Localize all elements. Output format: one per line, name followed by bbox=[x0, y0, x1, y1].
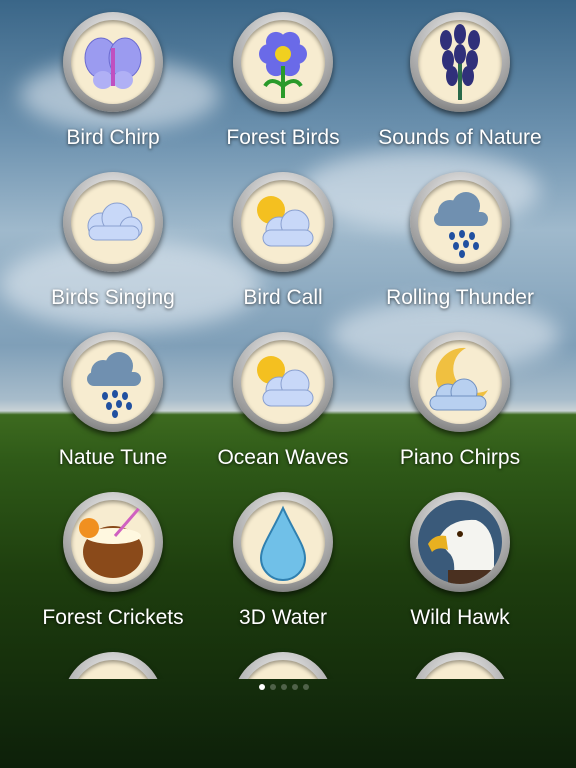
purple-flower-icon bbox=[241, 660, 325, 679]
page-dot[interactable] bbox=[292, 684, 298, 690]
sound-item[interactable]: Natue Tune bbox=[23, 332, 203, 482]
3d-water-button[interactable] bbox=[233, 492, 333, 592]
sound-item[interactable]: Piano Chirps bbox=[370, 332, 550, 482]
forest-birds-button[interactable] bbox=[233, 12, 333, 112]
sound-item[interactable]: Bird Call bbox=[193, 172, 373, 322]
butterfly-icon bbox=[71, 20, 155, 104]
piano-chirps-button[interactable] bbox=[410, 332, 510, 432]
flower-icon bbox=[241, 20, 325, 104]
sound-label: Piano Chirps bbox=[399, 446, 521, 469]
bird-call-button[interactable] bbox=[233, 172, 333, 272]
sound-item[interactable]: Sounds of Nature bbox=[370, 12, 550, 162]
sound-label: Natue Tune bbox=[58, 446, 168, 469]
sound-item[interactable]: Forest Crickets bbox=[23, 492, 203, 642]
water-drop-icon bbox=[241, 500, 325, 584]
sound-label: Rolling Thunder bbox=[386, 286, 534, 309]
sound-item[interactable]: Forest Birds bbox=[193, 12, 373, 162]
item-button[interactable] bbox=[233, 652, 333, 679]
green-bubbles-icon bbox=[418, 660, 502, 679]
bird-chirp-button[interactable] bbox=[63, 12, 163, 112]
page-dot[interactable] bbox=[259, 684, 265, 690]
sound-item[interactable]: Wild Hawk bbox=[370, 492, 550, 642]
sound-label: Wild Hawk bbox=[410, 606, 510, 629]
sound-grid: Bird Chirp Forest Birds Sounds of Nature Bi… bbox=[0, 0, 576, 679]
sun-cloud-icon bbox=[241, 180, 325, 264]
wild-hawk-button[interactable] bbox=[410, 492, 510, 592]
cloud-icon bbox=[71, 180, 155, 264]
page-dot[interactable] bbox=[281, 684, 287, 690]
page-dot[interactable] bbox=[303, 684, 309, 690]
eagle-icon bbox=[418, 500, 502, 584]
sounds-of-nature-button[interactable] bbox=[410, 12, 510, 112]
sound-item[interactable] bbox=[23, 652, 203, 679]
sound-item[interactable]: Rolling Thunder bbox=[370, 172, 550, 322]
birds-singing-button[interactable] bbox=[63, 172, 163, 272]
item-button[interactable] bbox=[410, 652, 510, 679]
sound-label: Bird Call bbox=[243, 286, 323, 309]
forest-crickets-button[interactable] bbox=[63, 492, 163, 592]
sound-label: Forest Birds bbox=[226, 126, 340, 149]
bluebell-icon bbox=[418, 20, 502, 104]
rolling-thunder-button[interactable] bbox=[410, 172, 510, 272]
sound-label: Ocean Waves bbox=[217, 446, 349, 469]
sound-item[interactable] bbox=[193, 652, 373, 679]
ocean-waves-button[interactable] bbox=[233, 332, 333, 432]
rain-cloud-icon bbox=[71, 340, 155, 424]
sound-label: Birds Singing bbox=[51, 286, 175, 309]
sound-label: 3D Water bbox=[239, 606, 327, 629]
page-control[interactable] bbox=[259, 684, 309, 690]
moon-cloud-icon bbox=[418, 340, 502, 424]
coconut-drink-icon bbox=[71, 500, 155, 584]
sound-item[interactable]: Bird Chirp bbox=[23, 12, 203, 162]
item-button[interactable] bbox=[63, 652, 163, 679]
sound-item[interactable]: Birds Singing bbox=[23, 172, 203, 322]
natue-tune-button[interactable] bbox=[63, 332, 163, 432]
sound-item[interactable] bbox=[370, 652, 550, 679]
sound-label: Sounds of Nature bbox=[378, 126, 542, 149]
page-dot[interactable] bbox=[270, 684, 276, 690]
sun-cloud-icon bbox=[241, 340, 325, 424]
blue-shape-icon bbox=[71, 660, 155, 679]
sound-item[interactable]: Ocean Waves bbox=[193, 332, 373, 482]
sound-label: Bird Chirp bbox=[66, 126, 160, 149]
sound-item[interactable]: 3D Water bbox=[193, 492, 373, 642]
rain-cloud-icon bbox=[418, 180, 502, 264]
sound-label: Forest Crickets bbox=[42, 606, 184, 629]
